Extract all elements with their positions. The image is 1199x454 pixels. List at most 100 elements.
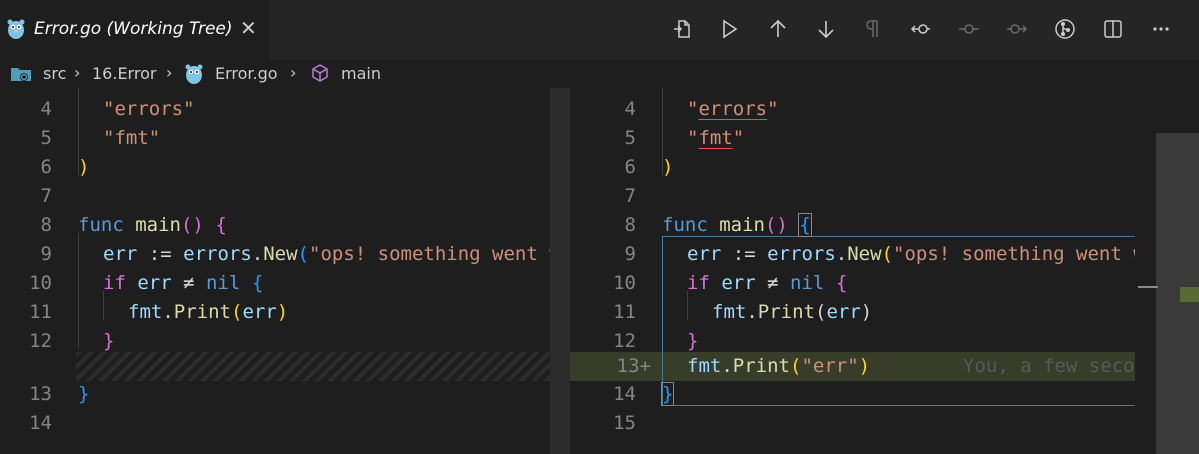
bracket: ( xyxy=(297,243,309,265)
identifier: err xyxy=(137,272,172,294)
line-number: 9 xyxy=(40,243,52,265)
quote: " xyxy=(767,98,779,120)
bracket: ( xyxy=(814,301,827,323)
indent-guide xyxy=(78,233,79,349)
split-icon xyxy=(1104,20,1122,38)
underlined-word: errors xyxy=(698,98,768,120)
matched-bracket: } xyxy=(660,382,675,406)
function-name: New xyxy=(847,243,882,265)
bracket: } xyxy=(78,383,90,405)
string-literal: "err" xyxy=(801,355,859,377)
keyword: func xyxy=(78,214,124,236)
commit-icon xyxy=(959,24,979,34)
breadcrumb-file[interactable]: Error.go xyxy=(215,64,278,83)
bracket: } xyxy=(103,330,115,352)
folder-icon xyxy=(10,65,32,87)
git-graph-button[interactable] xyxy=(1050,14,1080,44)
bracket: ( xyxy=(230,301,243,323)
more-actions-button[interactable] xyxy=(1146,14,1176,44)
identifier: err xyxy=(103,243,138,265)
breadcrumb-symbol-main[interactable]: main xyxy=(341,64,381,83)
breadcrumb: src › 16.Error › Error.go › main xyxy=(0,60,1199,88)
line-number: 4 xyxy=(40,98,52,120)
operator: := xyxy=(732,243,756,265)
line-number: 5 xyxy=(624,127,636,149)
arrow-right-circle-icon xyxy=(1007,24,1028,34)
modified-editor-pane[interactable]: 4 "errors" 5 "fmt" 6) 7 8 func main() { 9 er… xyxy=(570,88,1135,454)
bracket: () xyxy=(180,214,204,236)
toggle-whitespace-button[interactable] xyxy=(858,14,888,44)
underlined-word: fmt xyxy=(698,127,733,149)
next-change-button[interactable] xyxy=(811,14,841,44)
string-literal: "fmt" xyxy=(687,127,744,149)
bracket: { xyxy=(835,272,848,294)
string-literal: "errors" xyxy=(103,98,195,120)
original-editor-pane[interactable]: 4 "errors" 5 "fmt" 6) 7 8 func main() { 9 er… xyxy=(0,88,550,454)
string-literal: "fmt" xyxy=(103,127,161,149)
bracket: ) xyxy=(78,156,90,178)
minimap-added-marker xyxy=(1180,287,1199,302)
keyword: if xyxy=(687,272,710,294)
bracket: } xyxy=(687,330,699,352)
line-number: 10 xyxy=(29,272,52,294)
line-number: 5 xyxy=(40,127,52,149)
bracket: ) xyxy=(858,355,871,377)
pilcrow-icon xyxy=(866,20,878,37)
minimap[interactable] xyxy=(1135,88,1199,454)
string-literal: "ops! something went wrong" xyxy=(893,243,1135,265)
run-button[interactable] xyxy=(714,14,744,44)
operator: . xyxy=(746,301,758,323)
bracket: ) xyxy=(276,301,289,323)
breadcrumb-separator: › xyxy=(74,63,81,82)
line-number: 14 xyxy=(613,383,636,405)
open-file-button[interactable] xyxy=(667,14,697,44)
keyword: nil xyxy=(206,272,241,294)
identifier: fmt xyxy=(687,355,722,377)
cube-icon xyxy=(310,63,330,87)
line-number: 6 xyxy=(624,156,636,178)
open-file-icon xyxy=(674,20,690,38)
operator: ≠ xyxy=(767,272,779,294)
keyword: func xyxy=(662,214,708,236)
tab-bar: Error.go (Working Tree) ✕ xyxy=(0,0,1199,60)
identifier: err xyxy=(826,301,861,323)
identifier: err xyxy=(242,301,277,323)
diff-sash[interactable] xyxy=(550,88,570,454)
identifier: fmt xyxy=(712,301,747,323)
close-icon[interactable]: ✕ xyxy=(240,16,257,40)
arrow-down-icon xyxy=(818,21,834,39)
breadcrumb-16-error[interactable]: 16.Error xyxy=(92,64,156,83)
string-literal: "ops! something went wrong" xyxy=(309,243,550,265)
gopher-icon xyxy=(6,18,26,40)
function-name: Print xyxy=(732,355,790,377)
keyword: nil xyxy=(790,272,825,294)
play-icon xyxy=(723,19,738,39)
line-number: 10 xyxy=(613,272,636,294)
line-number: 9 xyxy=(624,243,636,265)
operator: ≠ xyxy=(183,272,195,294)
arrow-up-icon xyxy=(770,19,786,37)
string-literal: "errors" xyxy=(687,98,779,120)
identifier: errors xyxy=(183,243,252,265)
operator: := xyxy=(148,243,172,265)
bracket: ) xyxy=(662,156,674,178)
split-editor-button[interactable] xyxy=(1098,14,1128,44)
line-number: 7 xyxy=(624,185,636,207)
quote: " xyxy=(687,127,699,149)
breadcrumb-src[interactable]: src xyxy=(43,64,66,83)
editor-tab[interactable]: Error.go (Working Tree) ✕ xyxy=(0,0,270,60)
line-number: 11 xyxy=(613,301,636,323)
operator: . xyxy=(162,301,174,323)
previous-commit-button[interactable] xyxy=(954,14,984,44)
quote: " xyxy=(732,127,745,149)
function-name: main xyxy=(719,214,765,236)
next-commit-button[interactable] xyxy=(1002,14,1032,44)
line-number: 12 xyxy=(29,330,52,352)
function-name: Print xyxy=(173,301,231,323)
compare-icon xyxy=(910,24,930,34)
identifier: errors xyxy=(767,243,836,265)
diff-filler xyxy=(76,352,550,381)
open-changes-button[interactable] xyxy=(906,14,936,44)
bracket: () xyxy=(764,214,788,236)
previous-change-button[interactable] xyxy=(763,14,793,44)
